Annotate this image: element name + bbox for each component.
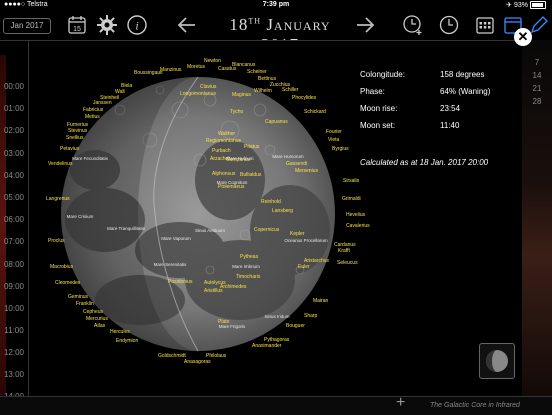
crater-label: Proclus <box>48 238 65 244</box>
info-label: Phase: <box>360 87 385 96</box>
crater-label: Anaximander <box>252 343 282 349</box>
maria-label: Mare Humorum <box>272 154 304 159</box>
crater-label: Pitatus <box>244 144 260 150</box>
moon-map: Newton Manzinus Moretus Casatus Blancanu… <box>46 58 370 365</box>
crater-label: Cepheus <box>83 309 104 315</box>
maria-label: Mare Cognitum <box>217 180 248 185</box>
crater-label: Boussingault <box>134 70 163 76</box>
crater-label: Byrgius <box>332 146 349 152</box>
crater-label: Tycho <box>230 109 244 115</box>
maria-label: Mare Nubium <box>226 156 253 161</box>
crater-label: Hercules <box>110 329 130 335</box>
crater-label: Scheiner <box>247 69 267 75</box>
moon-phase-thumbnail[interactable] <box>479 343 515 379</box>
crater-label: Purbach <box>212 148 231 154</box>
crater-label: Fabricius <box>83 107 104 113</box>
crater-label: Pythagoras <box>264 337 290 343</box>
crater-label: Sharp <box>304 313 318 319</box>
crater-label: Janssen <box>93 100 112 106</box>
crater-label: Mercurius <box>86 316 108 322</box>
maria-label: Mare Tranquillitatis <box>107 226 146 231</box>
crater-label: Fourier <box>326 129 342 135</box>
crater-label: Krafft <box>338 248 350 254</box>
crater-label: Moretus <box>187 64 206 70</box>
info-label: Moon set: <box>360 121 396 130</box>
crater-label: Macrobius <box>50 264 74 270</box>
crater-label: Schiller <box>282 87 299 93</box>
crater-label: Goldschmidt <box>158 353 186 359</box>
crater-label: Reinhold <box>261 199 281 205</box>
crater-label: Wilhelm <box>254 88 272 94</box>
crater-label: Phocylides <box>292 95 317 101</box>
background-caption[interactable]: The Galactic Core in Infrared <box>430 402 520 409</box>
crater-label: Franklin <box>76 301 94 307</box>
maria-label: Mare Frigoris <box>219 324 246 329</box>
crater-label: Seleucus <box>337 260 358 266</box>
crater-label: Hevelius <box>346 212 366 218</box>
maria-label: Mare Crisium <box>67 214 94 219</box>
crater-label: Pytheas <box>240 254 259 260</box>
maria-label: Oceanus Procellarum <box>284 238 328 243</box>
close-icon[interactable]: ✕ <box>514 28 532 46</box>
crater-label: Mersenius <box>295 168 319 174</box>
crater-label: Lansberg <box>272 208 293 214</box>
crater-label: Atlas <box>94 323 106 329</box>
crater-label: Endymion <box>116 338 138 344</box>
crater-label: Alphonsus <box>212 171 236 177</box>
crater-label: Longomontanus <box>180 91 216 97</box>
info-value: 64% (Waning) <box>440 87 491 96</box>
crater-label: Blancanus <box>232 62 256 68</box>
crater-label: Regiomontanus <box>206 138 242 144</box>
info-value: 11:40 <box>440 121 460 130</box>
crater-label: Metius <box>85 114 100 120</box>
crater-label: Vieta <box>328 137 340 143</box>
crater-label: Schickard <box>304 109 326 115</box>
maria-label: Mare Fecunditatis <box>72 156 109 161</box>
crater-label: Vendelinus <box>48 161 73 167</box>
crater-label: Gassendi <box>286 161 307 167</box>
crater-label: Copernicus <box>254 227 280 233</box>
crater-label: Aristillus <box>204 288 223 294</box>
crater-label: Geminus <box>68 294 89 300</box>
calculated-note: Calculated as at 18 Jan. 2017 20:00 <box>360 158 489 167</box>
crater-label: Cleomedes <box>55 280 81 286</box>
crater-label: Maginus <box>232 92 251 98</box>
maria-label: Mare Vaporum <box>161 236 191 241</box>
crater-label: Aristarchus <box>304 258 330 264</box>
crater-label: Timocharis <box>236 274 261 280</box>
crater-label: Capuanus <box>265 119 288 125</box>
crater-label: Kepler <box>290 231 305 237</box>
crater-label: Grimaldi <box>342 196 361 202</box>
crater-label: Newton <box>204 58 221 64</box>
crater-label: Autolycus <box>204 280 226 286</box>
crater-label: Manzinus <box>160 67 182 73</box>
crater-label: Clavius <box>200 84 217 90</box>
bottom-bar: + The Galactic Core in Infrared <box>0 394 552 415</box>
maria-label: Sinus Aestuum <box>195 228 225 233</box>
crater-label: Cavalerius <box>346 223 370 229</box>
crater-label: Bullialdus <box>240 172 262 178</box>
info-label: Colongitude: <box>360 70 405 79</box>
crater-label: Sirsalis <box>343 178 360 184</box>
maria-label: Mare Serenitatis <box>154 262 188 267</box>
crater-label: Mairan <box>313 298 329 304</box>
crater-label: Walther <box>218 131 235 137</box>
crater-label: Stevinus <box>68 128 88 134</box>
info-value: 158 degrees <box>440 70 485 79</box>
crater-label: Posidonius <box>168 279 193 285</box>
add-event-button[interactable]: + <box>396 394 405 412</box>
info-value: 23:54 <box>440 104 461 113</box>
crater-label: Euler <box>298 264 310 270</box>
crater-label: Bouguer <box>286 323 305 329</box>
moon-phase-icon <box>486 350 508 372</box>
crater-label: Langrenus <box>46 196 70 202</box>
crater-label: Anaxagoras <box>184 359 211 365</box>
maria-label: Sinus Iridum <box>264 314 289 319</box>
maria-label: Mare Imbrium <box>232 264 260 269</box>
info-label: Moon rise: <box>360 104 398 113</box>
crater-label: Petavius <box>60 146 80 152</box>
crater-label: Snellius <box>66 135 84 141</box>
